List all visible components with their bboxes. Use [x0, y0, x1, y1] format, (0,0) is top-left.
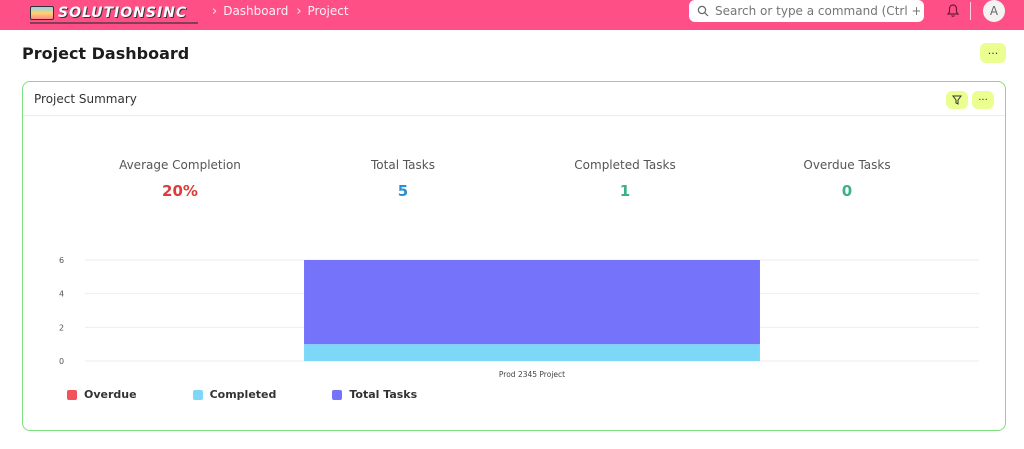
stat-average-completion: Average Completion 20%: [90, 158, 270, 200]
logo-text: SOLUTIONSINC: [58, 5, 188, 21]
search-input[interactable]: [715, 4, 920, 18]
y-tick-label: 6: [59, 256, 64, 265]
page-title: Project Dashboard: [22, 44, 190, 63]
stat-label: Overdue Tasks: [803, 158, 891, 172]
card-header: Project Summary ···: [23, 82, 1005, 116]
card-more-button[interactable]: ···: [972, 91, 994, 109]
legend-item-overdue[interactable]: Overdue: [67, 388, 137, 401]
legend-item-completed[interactable]: Completed: [192, 388, 277, 401]
chevron-right-icon: ›: [296, 3, 302, 19]
filter-button[interactable]: [946, 91, 968, 109]
y-tick-label: 4: [59, 290, 64, 299]
breadcrumb-project[interactable]: Project: [308, 4, 349, 18]
breadcrumb: › Dashboard › Project: [210, 3, 349, 19]
logo-underline: [30, 22, 198, 24]
logo-icon: [30, 6, 54, 20]
legend-label: Completed: [209, 388, 277, 401]
summary-stats: Average Completion 20% Total Tasks 5 Com…: [23, 158, 1005, 202]
page-more-button[interactable]: ···: [980, 43, 1006, 63]
stat-overdue-tasks: Overdue Tasks 0: [757, 158, 937, 200]
project-summary-card: Project Summary ··· Average Completion 2…: [22, 81, 1006, 431]
y-tick-label: 0: [59, 357, 64, 366]
bar-segment-total-tasks: [304, 260, 760, 345]
top-navbar: SOLUTIONSINC › Dashboard › Project A: [0, 0, 1024, 30]
stat-label: Total Tasks: [371, 158, 435, 172]
card-title: Project Summary: [34, 92, 137, 106]
legend-item-total-tasks[interactable]: Total Tasks: [332, 388, 417, 401]
search-box[interactable]: [689, 0, 924, 22]
search-icon: [697, 5, 709, 17]
stat-value: 20%: [162, 182, 198, 200]
brand-logo[interactable]: SOLUTIONSINC: [30, 3, 200, 24]
legend-swatch: [192, 389, 203, 400]
project-bar-chart: 0 2 4 6 Prod 2345 Project: [59, 256, 979, 379]
filter-icon: [952, 95, 962, 105]
chart-legend: Overdue Completed Total Tasks: [67, 388, 473, 401]
legend-label: Total Tasks: [349, 388, 418, 401]
stat-label: Average Completion: [119, 158, 241, 172]
stat-value: 5: [397, 182, 409, 200]
stat-label: Completed Tasks: [574, 158, 676, 172]
x-tick-label: Prod 2345 Project: [499, 370, 565, 379]
y-tick-label: 2: [59, 323, 64, 332]
legend-swatch: [67, 389, 77, 400]
bell-icon[interactable]: [946, 3, 960, 19]
stat-completed-tasks: Completed Tasks 1: [535, 158, 715, 200]
stat-value: 0: [841, 182, 853, 200]
legend-label: Overdue: [84, 388, 137, 401]
breadcrumb-dashboard[interactable]: Dashboard: [223, 4, 288, 18]
bar-segment-completed: [304, 344, 760, 361]
legend-swatch: [332, 389, 343, 400]
avatar[interactable]: A: [983, 0, 1005, 22]
stat-value: 1: [619, 182, 631, 200]
navbar-divider: [970, 2, 971, 20]
chevron-right-icon: ›: [212, 3, 218, 19]
stat-total-tasks: Total Tasks 5: [313, 158, 493, 200]
